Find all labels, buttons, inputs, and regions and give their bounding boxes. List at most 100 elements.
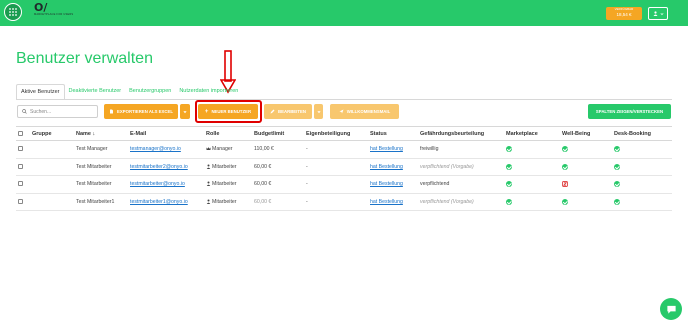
row-checkbox[interactable] [18,181,23,187]
edit-dropdown-toggle[interactable] [314,104,323,119]
name-cell: Test Mitarbeiter1 [76,193,130,211]
row-checkbox[interactable] [18,198,23,204]
column-header-role[interactable]: Rolle [206,126,254,141]
table-row[interactable]: Test Mitarbeiter1 testmitarbeiter1@onyo.… [16,193,672,211]
table-row[interactable]: Test Mitarbeiter testmitarbeiter@onyo.io… [16,175,672,194]
table-header-row: Gruppe Name ↓ E-Mail Rolle Budgetlimit E… [16,126,672,141]
role-cell: Mitarbeiter [212,163,237,170]
role-cell: Manager [212,146,233,153]
edit-label: BEARBEITEN [278,109,306,114]
user-icon [653,11,657,16]
column-header-budget[interactable]: Budgetlimit [254,126,306,141]
select-all-cell[interactable] [16,126,32,141]
tab-divider [16,99,672,100]
status-link[interactable]: hat Bestellung [370,164,403,170]
tab-import-user-data[interactable]: Nutzerdaten importieren [175,84,242,100]
budget-cell: 60,00 € [254,158,306,176]
search-input[interactable]: Suchen... [17,105,98,118]
email-link[interactable]: testmanager@onyo.io [130,146,181,152]
copay-cell: - [306,140,370,159]
group-cell [32,193,76,211]
column-header-wellbeing[interactable]: Well-Being [562,126,614,141]
email-link[interactable]: testmitarbeiter@onyo.io [130,181,185,187]
check-circle-icon [506,163,512,170]
app-menu-button[interactable] [4,3,22,21]
row-checkbox[interactable] [18,146,23,152]
toggle-columns-button[interactable]: SPALTEN ZEIGEN/VERSTECKEN [588,104,671,119]
name-cell: Test Manager [76,140,130,159]
app-logo[interactable]: O/ MARKETPLACE FOR USERS [34,1,74,23]
table-row[interactable]: Test Mitarbeiter testmitarbeiter2@onyo.i… [16,158,672,176]
welcome-mail-button[interactable]: WILLKOMMENSMAIL [330,104,399,119]
export-excel-button[interactable]: EXPORTIEREN ALS EXCEL [104,104,178,119]
logo-mark: O/ [34,1,48,14]
column-header-risk-assessment[interactable]: Gefährdungsbeurteilung [420,126,506,141]
send-icon [339,109,344,114]
search-icon [22,109,27,114]
welcome-mail-label: WILLKOMMENSMAIL [346,109,391,114]
row-checkbox[interactable] [18,163,23,169]
toggle-columns-label: SPALTEN ZEIGEN/VERSTECKEN [595,109,664,114]
tab-active-users[interactable]: Aktive Benutzer [16,84,65,100]
export-dropdown-toggle[interactable] [180,104,190,119]
annotation-highlight-box [195,100,262,123]
status-link[interactable]: hat Bestellung [370,146,403,152]
column-header-status[interactable]: Status [370,126,420,141]
chevron-down-icon [660,12,663,15]
check-circle-icon [614,163,620,170]
column-header-marketplace[interactable]: Marketplace [506,126,562,141]
tab-user-groups[interactable]: Benutzergruppen [125,84,175,100]
column-header-copay[interactable]: Eigenbeteiligung [306,126,370,141]
risk-cell: verpflichtend (Vorgabe) [420,158,506,176]
status-link[interactable]: hat Bestellung [370,199,403,205]
check-circle-icon [562,146,568,153]
person-icon [206,164,211,169]
risk-cell: freiwillig [420,140,506,159]
check-circle-icon [506,181,512,188]
caret-down-icon [316,110,321,113]
check-circle-icon [562,198,568,205]
search-placeholder: Suchen... [30,108,52,115]
role-cell: Mitarbeiter [212,181,237,188]
page-title: Benutzer verwalten [16,50,153,67]
email-link[interactable]: testmitarbeiter1@onyo.io [130,199,188,205]
budget-cell: 60,00 € [254,193,306,211]
group-cell [32,158,76,176]
group-cell [32,140,76,159]
table-row[interactable]: Test Manager testmanager@onyo.io Manager… [16,140,672,159]
budget-cell: 60,00 € [254,175,306,194]
logo-subtitle: MARKETPLACE FOR USERS [34,13,74,16]
edit-button[interactable]: BEARBEITEN [264,104,312,119]
tab-deactivated-users[interactable]: Deaktivierte Benutzer [65,84,126,100]
chat-button[interactable] [660,298,682,320]
column-header-email[interactable]: E-Mail [130,126,206,141]
budget-badge: VERFÜGBAR 18,54 € [606,7,642,20]
copay-cell: - [306,175,370,194]
group-cell [32,175,76,194]
file-icon [110,109,114,114]
check-circle-icon [506,198,512,205]
name-cell: Test Mitarbeiter [76,158,130,176]
check-circle-icon [614,146,620,153]
user-menu-button[interactable] [648,7,668,20]
column-header-name[interactable]: Name ↓ [76,126,130,141]
column-header-desk-booking[interactable]: Desk-Booking [614,126,672,141]
check-circle-icon [614,198,620,205]
person-icon [206,181,211,187]
users-table: Gruppe Name ↓ E-Mail Rolle Budgetlimit E… [16,126,672,211]
select-all-checkbox[interactable] [18,130,23,136]
risk-cell: verpflichtend [420,175,506,194]
email-link[interactable]: testmitarbeiter2@onyo.io [130,164,188,170]
check-circle-icon [562,163,568,170]
person-icon [206,199,211,204]
check-circle-icon [614,181,620,188]
top-bar: O/ MARKETPLACE FOR USERS VERFÜGBAR 18,54… [0,0,688,26]
pending-status-icon [562,181,568,187]
status-link[interactable]: hat Bestellung [370,181,403,187]
caret-down-icon [183,110,187,113]
crown-icon [206,147,211,151]
budget-cell: 110,00 € [254,140,306,159]
budget-value: 18,54 € [616,12,632,17]
copay-cell: - [306,193,370,211]
column-header-group[interactable]: Gruppe [32,126,76,141]
